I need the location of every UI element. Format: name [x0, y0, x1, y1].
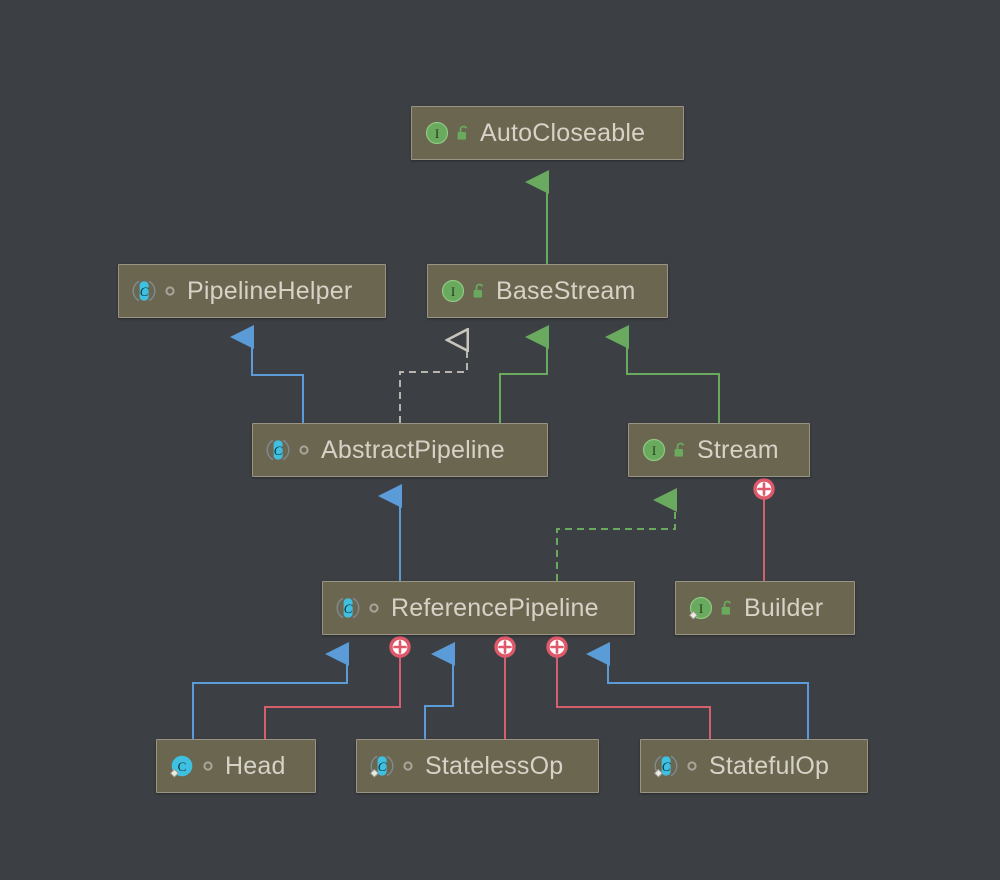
class-icon: C: [169, 753, 195, 779]
node-label: Builder: [744, 593, 824, 622]
dot-icon: [295, 439, 313, 461]
class-icon: C: [265, 437, 291, 463]
uml-node-pipelinehelper[interactable]: C PipelineHelper: [118, 264, 386, 318]
interface-icon: I: [440, 278, 466, 304]
uml-node-autocloseable[interactable]: I AutoCloseable: [411, 106, 684, 160]
node-label: AbstractPipeline: [321, 435, 505, 464]
node-label: StatelessOp: [425, 751, 564, 780]
interface-icon: I: [688, 595, 714, 621]
uml-node-basestream[interactable]: I BaseStream: [427, 264, 668, 318]
edge-referencepipeline-to-stream[interactable]: [556, 488, 677, 581]
edge-abstractpipeline-to-basestream[interactable]: [399, 340, 467, 423]
svg-text:I: I: [451, 284, 455, 299]
uml-node-statelessop[interactable]: C StatelessOp: [356, 739, 599, 793]
edge-head-to-referencepipeline[interactable]: [192, 642, 349, 739]
unlock-icon: [718, 597, 736, 619]
node-label: Stream: [697, 435, 779, 464]
svg-text:C: C: [378, 759, 387, 774]
svg-text:C: C: [140, 284, 149, 299]
edge-stream-to-basestream-left[interactable]: [499, 325, 549, 423]
node-label: BaseStream: [496, 276, 636, 305]
interface-icon: I: [424, 120, 450, 146]
class-icon: C: [131, 278, 157, 304]
class-icon: C: [369, 753, 395, 779]
class-icon: C: [335, 595, 361, 621]
edge-statelessop-to-referencepipeline[interactable]: [424, 642, 455, 739]
unlock-icon: [470, 280, 488, 302]
edge-statefulop-to-referencepipeline[interactable]: [586, 642, 809, 739]
uml-node-referencepipeline[interactable]: C ReferencePipeline: [322, 581, 635, 635]
dot-icon: [399, 755, 417, 777]
svg-text:C: C: [344, 601, 353, 616]
interface-icon: I: [641, 437, 667, 463]
edge-head-inner-of-referencepipeline[interactable]: [264, 636, 411, 740]
edge-stream-to-basestream-right[interactable]: [605, 325, 720, 423]
svg-text:I: I: [699, 601, 703, 616]
node-label: StatefulOp: [709, 751, 830, 780]
node-label: ReferencePipeline: [391, 593, 599, 622]
uml-node-head[interactable]: C Head: [156, 739, 316, 793]
dot-icon: [365, 597, 383, 619]
unlock-icon: [671, 439, 689, 461]
uml-diagram-canvas[interactable]: I AutoCloseable C PipelineHelper I BaseS…: [0, 0, 1000, 880]
dot-icon: [683, 755, 701, 777]
edge-statelessop-inner-of-referencepipeline[interactable]: [494, 636, 516, 740]
svg-text:I: I: [652, 443, 656, 458]
class-icon: C: [653, 753, 679, 779]
uml-node-builder[interactable]: I Builder: [675, 581, 855, 635]
svg-text:C: C: [662, 759, 671, 774]
uml-node-abstractpipeline[interactable]: C AbstractPipeline: [252, 423, 548, 477]
svg-text:C: C: [274, 443, 283, 458]
uml-node-stream[interactable]: I Stream: [628, 423, 810, 477]
edge-builder-to-stream[interactable]: [753, 478, 775, 582]
node-label: PipelineHelper: [187, 276, 353, 305]
edge-abstractpipeline-to-pipelinehelper[interactable]: [230, 325, 304, 423]
svg-text:C: C: [178, 759, 187, 774]
node-label: Head: [225, 751, 286, 780]
unlock-icon: [454, 122, 472, 144]
dot-icon: [161, 280, 179, 302]
edge-statefulop-inner-of-referencepipeline[interactable]: [546, 636, 711, 740]
node-label: AutoCloseable: [480, 118, 646, 147]
svg-text:I: I: [435, 126, 439, 141]
dot-icon: [199, 755, 217, 777]
uml-node-statefulop[interactable]: C StatefulOp: [640, 739, 868, 793]
